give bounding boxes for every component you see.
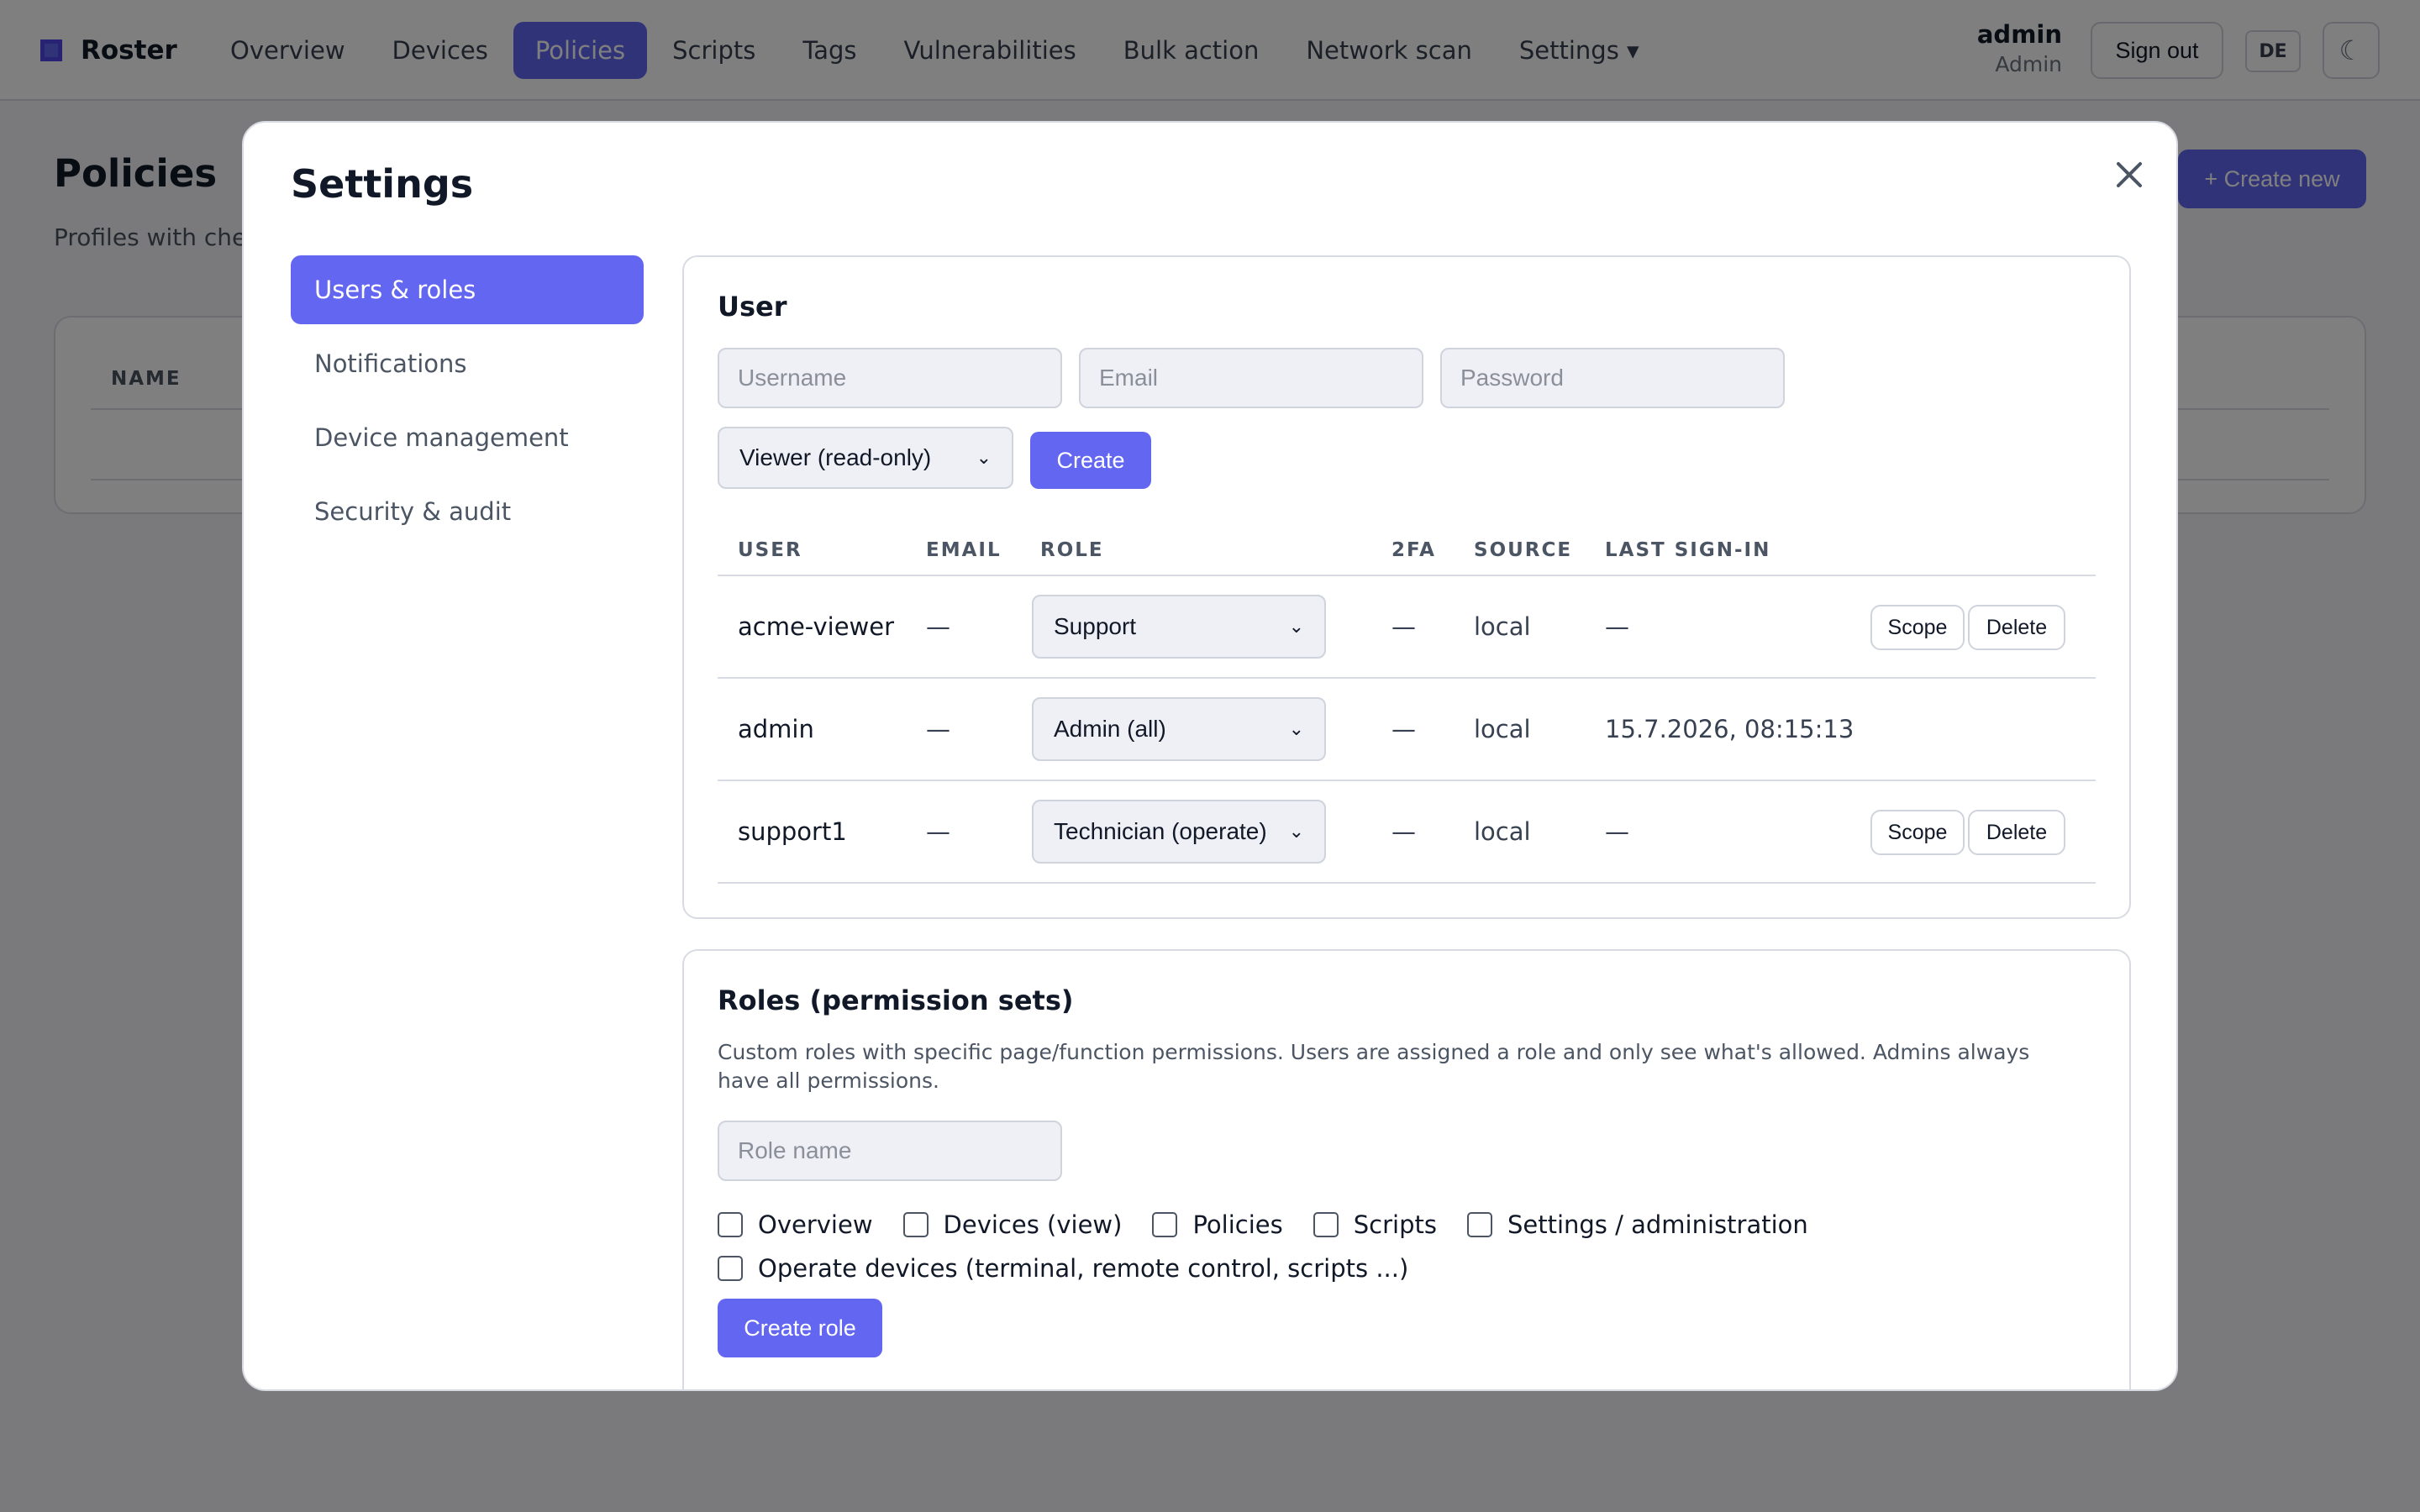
checkbox[interactable] <box>902 1212 929 1237</box>
role-name-input[interactable] <box>718 1121 1062 1181</box>
settings-sidebar: Users & roles Notifications Device manag… <box>291 255 644 551</box>
checkbox[interactable] <box>1466 1212 1492 1237</box>
column-header-email: EMAIL <box>926 539 1002 561</box>
chevron-down-icon: ⌄ <box>1288 718 1304 739</box>
column-header-user: USER <box>738 539 802 561</box>
checkbox[interactable] <box>1313 1212 1339 1237</box>
table-row: admin — Admin (all) ⌄ — local 15.7.2026,… <box>718 679 2096 781</box>
row-role-select[interactable]: Support ⌄ <box>1032 595 1326 659</box>
checkbox-label: Overview <box>758 1210 873 1239</box>
selected-value: Viewer (read-only) <box>739 444 932 470</box>
cell-user: acme-viewer <box>738 612 895 641</box>
roles-description: Custom roles with specific page/function… <box>718 1040 2030 1093</box>
permission-scripts[interactable]: Scripts <box>1313 1210 1437 1239</box>
cell-source: local <box>1474 612 1531 641</box>
checkbox[interactable] <box>718 1212 743 1237</box>
row-role-select[interactable]: Admin (all) ⌄ <box>1032 697 1326 761</box>
cell-last-sign-in: — <box>1605 612 1629 641</box>
permission-checkboxes: Overview Devices (view) Policies Scripts… <box>718 1203 2096 1290</box>
scope-button[interactable]: Scope <box>1870 605 1965 650</box>
checkbox-label: Operate devices (terminal, remote contro… <box>758 1254 1409 1283</box>
user-panel: User Viewer (read-only) ⌄ Create USER EM… <box>682 255 2131 919</box>
delete-button[interactable]: Delete <box>1968 605 2065 650</box>
checkbox-label: Policies <box>1192 1210 1283 1239</box>
checkbox[interactable] <box>1152 1212 1178 1237</box>
username-input[interactable] <box>718 348 1062 408</box>
modal-title: Settings <box>291 161 474 207</box>
close-icon <box>2117 162 2142 187</box>
settings-modal: Settings Users & roles Notifications Dev… <box>242 121 2178 1391</box>
checkbox-label: Settings / administration <box>1507 1210 1808 1239</box>
cell-source: local <box>1474 715 1531 743</box>
password-input[interactable] <box>1440 348 1785 408</box>
selected-value: Technician (operate) <box>1054 818 1267 844</box>
column-header-last-sign-in: LAST SIGN-IN <box>1605 539 1771 561</box>
permission-operate-devices[interactable]: Operate devices (terminal, remote contro… <box>718 1254 1408 1283</box>
delete-button[interactable]: Delete <box>1968 810 2065 855</box>
new-user-role-select[interactable]: Viewer (read-only) ⌄ <box>718 427 1013 489</box>
row-role-select[interactable]: Technician (operate) ⌄ <box>1032 800 1326 864</box>
permission-devices-view[interactable]: Devices (view) <box>902 1210 1123 1239</box>
roles-panel-title: Roles (permission sets) <box>718 984 1074 1016</box>
cell-last-sign-in: — <box>1605 817 1629 846</box>
cell-email: — <box>926 817 950 846</box>
cell-user: admin <box>738 715 814 743</box>
column-header-role: ROLE <box>1040 539 1104 561</box>
chevron-down-icon: ⌄ <box>976 447 992 468</box>
cell-user: support1 <box>738 817 847 846</box>
cell-email: — <box>926 715 950 743</box>
scope-button[interactable]: Scope <box>1870 810 1965 855</box>
selected-value: Support <box>1054 613 1137 639</box>
user-panel-title: User <box>718 291 787 323</box>
permission-policies[interactable]: Policies <box>1152 1210 1283 1239</box>
cell-email: — <box>926 612 950 641</box>
cell-2fa: — <box>1392 817 1416 846</box>
chevron-down-icon: ⌄ <box>1288 821 1304 842</box>
cell-2fa: — <box>1392 715 1416 743</box>
sidebar-item-notifications[interactable]: Notifications <box>291 329 644 398</box>
email-input[interactable] <box>1079 348 1423 408</box>
table-row: support1 — Technician (operate) ⌄ — loca… <box>718 781 2096 884</box>
checkbox-label: Devices (view) <box>943 1210 1123 1239</box>
sidebar-item-device-management[interactable]: Device management <box>291 403 644 472</box>
selected-value: Admin (all) <box>1054 716 1166 742</box>
sidebar-item-security-audit[interactable]: Security & audit <box>291 477 644 546</box>
roles-panel: Roles (permission sets) Custom roles wit… <box>682 949 2131 1389</box>
cell-source: local <box>1474 817 1531 846</box>
create-role-button[interactable]: Create role <box>718 1299 882 1357</box>
column-header-source: SOURCE <box>1474 539 1573 561</box>
cell-2fa: — <box>1392 612 1416 641</box>
chevron-down-icon: ⌄ <box>1288 616 1304 637</box>
permission-overview[interactable]: Overview <box>718 1210 873 1239</box>
close-button[interactable] <box>2102 148 2156 202</box>
permission-settings-administration[interactable]: Settings / administration <box>1466 1210 1808 1239</box>
checkbox-label: Scripts <box>1353 1210 1437 1239</box>
column-header-2fa: 2FA <box>1392 539 1436 561</box>
checkbox[interactable] <box>718 1256 743 1281</box>
sidebar-item-users-roles[interactable]: Users & roles <box>291 255 644 324</box>
cell-last-sign-in: 15.7.2026, 08:15:13 <box>1605 715 1854 743</box>
create-user-button[interactable]: Create <box>1030 432 1151 489</box>
table-row: acme-viewer — Support ⌄ — local — Scope … <box>718 576 2096 679</box>
